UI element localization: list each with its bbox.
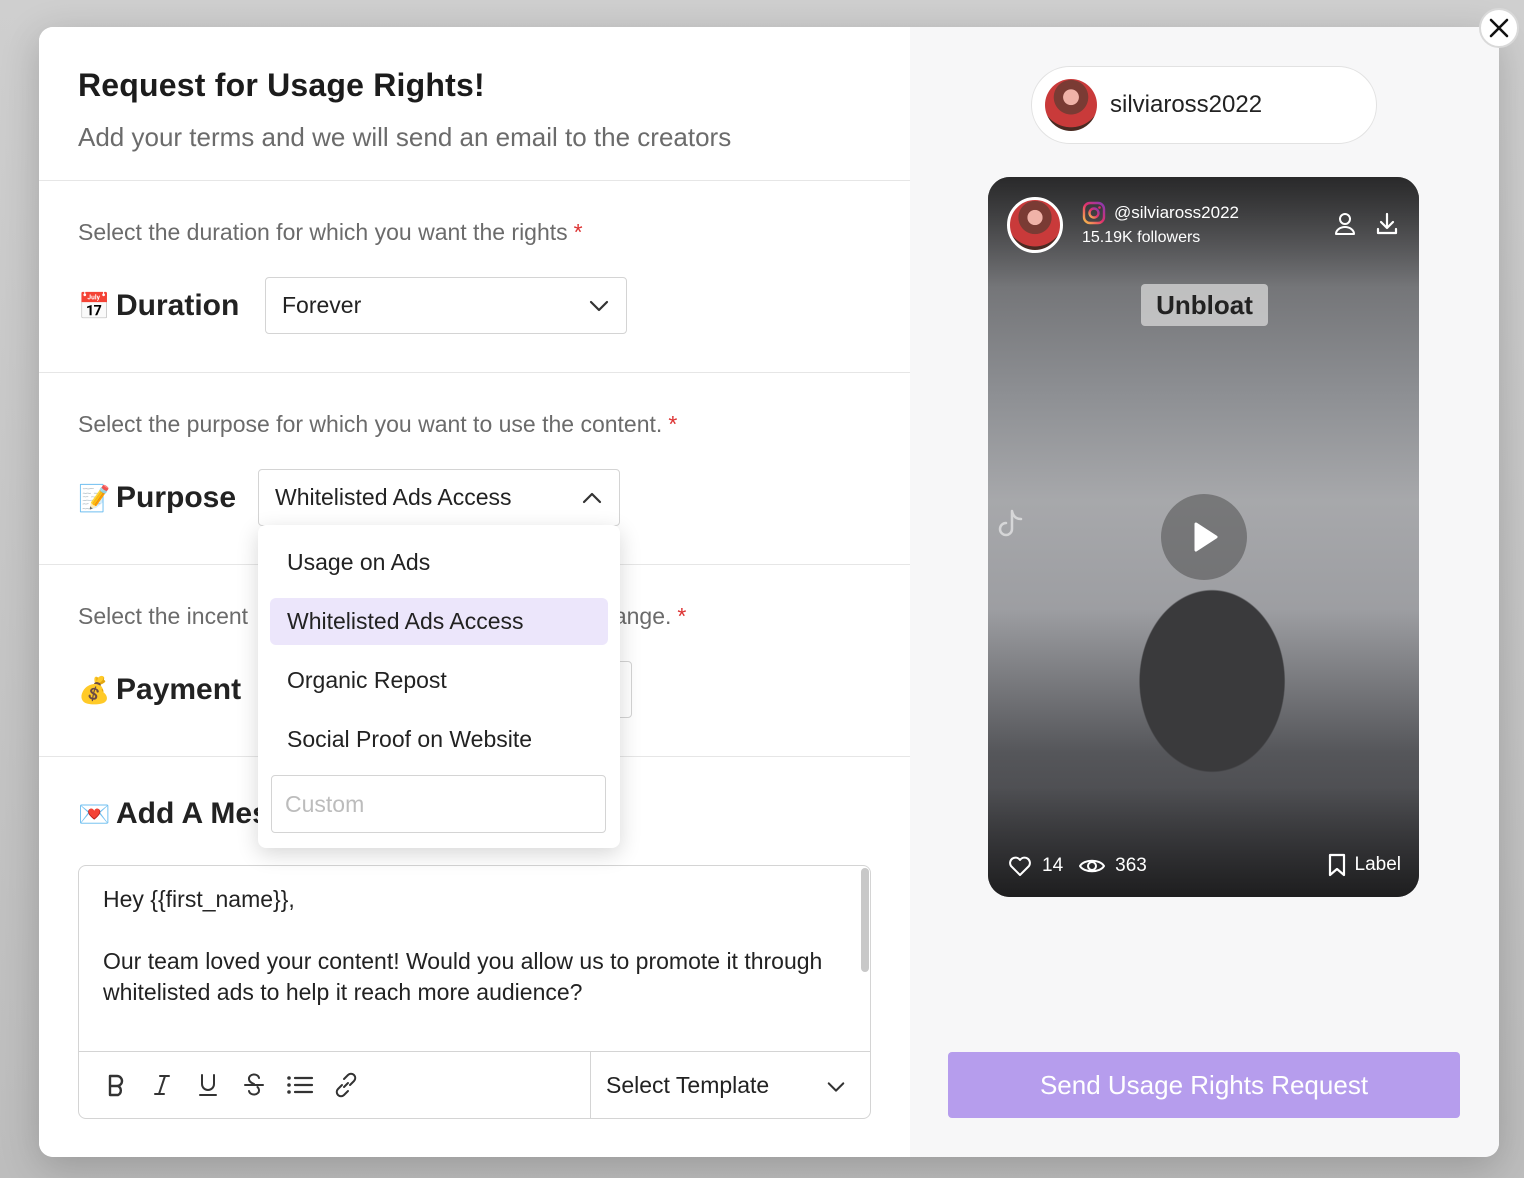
play-icon [1194,522,1218,552]
required-mark: * [677,603,687,629]
purpose-prompt: Select the purpose for which you want to… [78,411,678,437]
chevron-up-icon [582,492,602,504]
label-button-text: Label [1354,854,1402,875]
tiktok-icon [998,509,1023,537]
avatar [1045,79,1097,131]
purpose-dropdown-menu: Usage on Ads Whitelisted Ads Access Orga… [258,525,620,848]
modal-subtitle: Add your terms and we will send an email… [78,122,732,152]
purpose-select-value: Whitelisted Ads Access [275,484,512,510]
bottom-gradient [988,787,1419,897]
money-bag-icon: 💰 [78,674,111,705]
love-letter-icon: 💌 [78,798,111,829]
italic-icon [154,1075,170,1095]
required-mark: * [668,411,678,437]
duration-section: Select the duration for which you want t… [39,181,910,373]
video-caption-overlay: Unbloat [1141,284,1268,326]
download-icon[interactable] [1374,211,1400,237]
view-count: 363 [1115,855,1147,876]
send-usage-rights-button[interactable]: Send Usage Rights Request [948,1052,1460,1118]
italic-button[interactable] [139,1062,185,1108]
chevron-down-icon [589,300,609,312]
underline-icon [199,1074,217,1096]
creator-preview-panel: silviaross2022 @silviaross2022 15.19K fo… [910,27,1499,1157]
strikethrough-button[interactable] [231,1062,277,1108]
message-label: 💌 Add A Mes [78,797,269,831]
bold-button[interactable] [93,1062,139,1108]
bullet-list-button[interactable] [277,1062,323,1108]
creator-handle[interactable]: @silviaross2022 [1082,201,1239,225]
purpose-option-social-proof[interactable]: Social Proof on Website [270,716,608,763]
underline-button[interactable] [185,1062,231,1108]
message-textarea[interactable]: Hey {{first_name}}, Our team loved your … [79,866,870,1052]
purpose-option-organic-repost[interactable]: Organic Repost [270,657,608,704]
engagement-stats: 14 363 [1008,855,1147,877]
duration-select-value: Forever [282,292,362,318]
purpose-select[interactable]: Whitelisted Ads Access [258,469,620,526]
memo-icon: 📝 [78,482,111,513]
template-select[interactable]: Select Template [590,1052,870,1118]
strikethrough-icon [244,1073,264,1096]
profile-icon[interactable] [1332,211,1358,237]
message-line: Our team loved your content! Would you a… [103,948,823,1005]
template-select-value: Select Template [606,1072,770,1098]
follower-count: 15.19K followers [1082,229,1201,246]
duration-prompt: Select the duration for which you want t… [78,219,583,245]
duration-select[interactable]: Forever [265,277,627,334]
creator-handle-text: @silviaross2022 [1114,203,1239,222]
chevron-down-icon [827,1082,845,1092]
message-label-text: Add A Mes [116,797,269,830]
custom-purpose-input[interactable]: Custom [271,775,606,833]
bold-icon [108,1074,124,1097]
close-button[interactable] [1479,8,1519,48]
editor-toolbar: Select Template [79,1051,870,1118]
purpose-option-whitelisted-ads-access[interactable]: Whitelisted Ads Access [270,598,608,645]
required-mark: * [573,219,583,245]
payment-label: 💰 Payment [78,673,241,707]
link-button[interactable] [323,1062,369,1108]
avatar [1007,197,1063,253]
close-icon [1489,18,1509,38]
creator-chip[interactable]: silviaross2022 [1031,66,1377,144]
purpose-label-text: Purpose [116,481,237,514]
purpose-label: 📝 Purpose [78,481,236,515]
bookmark-icon [1328,853,1345,877]
eye-icon [1079,859,1106,873]
message-line: Hey {{first_name}}, [103,886,295,912]
message-editor[interactable]: Hey {{first_name}}, Our team loved your … [78,865,871,1119]
request-form-panel: Request for Usage Rights! Add your terms… [39,27,910,1157]
play-button[interactable] [1161,494,1247,580]
like-count: 14 [1042,855,1064,876]
instagram-icon [1082,201,1106,225]
tiktok-watermark [994,507,1028,544]
purpose-option-usage-on-ads[interactable]: Usage on Ads [270,539,608,586]
link-icon [335,1072,357,1098]
duration-label: 📅 Duration [78,289,239,323]
duration-label-text: Duration [116,289,240,322]
calendar-icon: 📅 [78,290,111,321]
list-icon [287,1076,314,1094]
heart-icon [1009,856,1031,876]
creator-username: silviaross2022 [1110,91,1263,118]
content-preview-card[interactable]: @silviaross2022 15.19K followers Unbloat… [988,177,1419,897]
modal-title: Request for Usage Rights! [78,67,485,103]
payment-label-text: Payment [116,673,242,706]
modal-header: Request for Usage Rights! Add your terms… [39,27,910,181]
label-button[interactable]: Label [1327,853,1402,877]
usage-rights-modal: Request for Usage Rights! Add your terms… [39,27,1499,1157]
message-scrollbar[interactable] [861,868,869,972]
